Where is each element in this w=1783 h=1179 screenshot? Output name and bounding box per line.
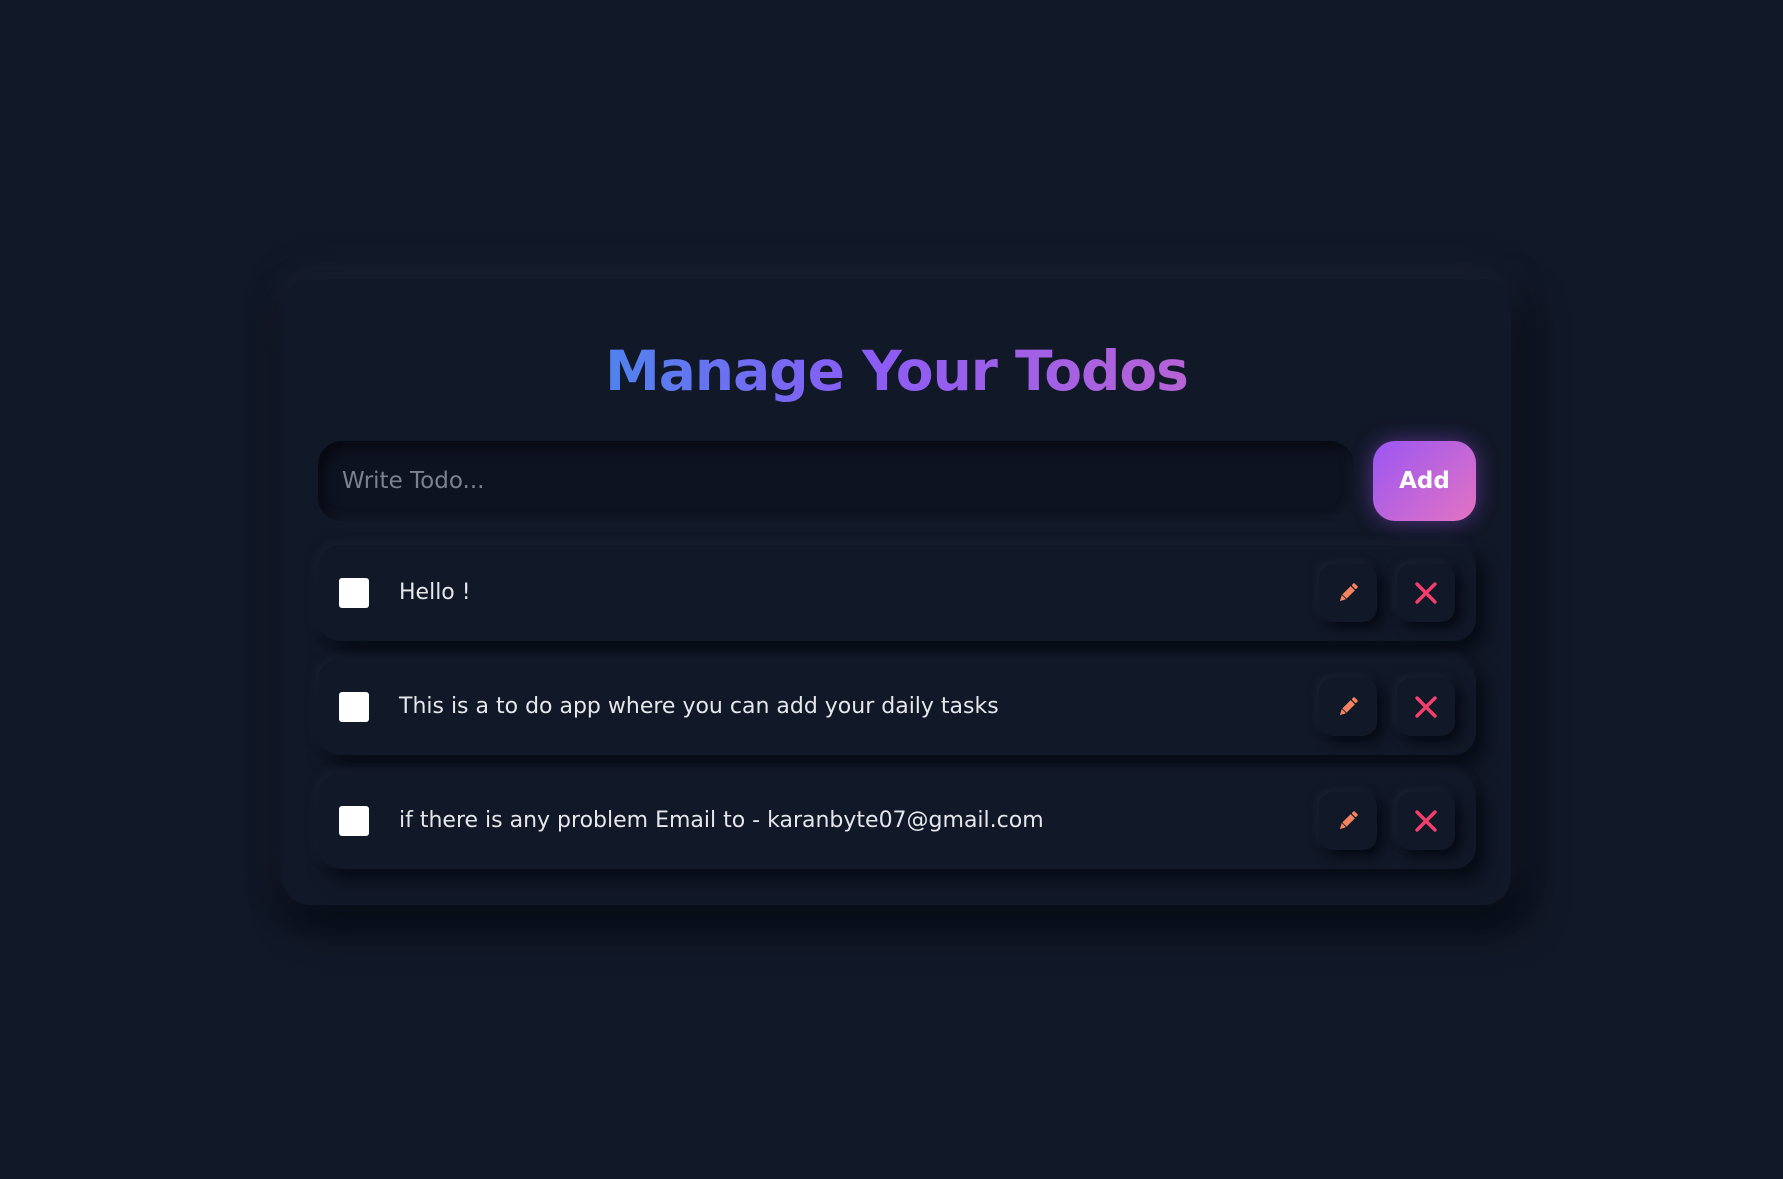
delete-button[interactable] xyxy=(1397,678,1455,736)
todo-input[interactable] xyxy=(318,441,1354,521)
close-icon xyxy=(1415,582,1437,604)
page-title: Manage Your Todos xyxy=(282,333,1511,409)
todo-card: Manage Your Todos Add Hello ! xyxy=(282,279,1511,905)
pencil-icon xyxy=(1339,697,1358,716)
pencil-icon xyxy=(1339,583,1358,602)
delete-button[interactable] xyxy=(1397,564,1455,622)
todo-item: This is a to do app where you can add yo… xyxy=(318,659,1476,755)
todo-text: This is a to do app where you can add yo… xyxy=(399,694,999,719)
todo-checkbox[interactable] xyxy=(339,578,369,608)
edit-button[interactable] xyxy=(1319,792,1377,850)
todo-input-row: Add xyxy=(318,441,1476,521)
close-icon xyxy=(1415,810,1437,832)
pencil-icon xyxy=(1339,811,1358,830)
page-title-text: Manage Your Todos xyxy=(605,339,1189,403)
close-icon xyxy=(1415,696,1437,718)
add-button[interactable]: Add xyxy=(1373,441,1476,521)
todo-item: Hello ! xyxy=(318,545,1476,641)
todo-text: Hello ! xyxy=(399,580,471,605)
todo-checkbox[interactable] xyxy=(339,806,369,836)
todo-item: if there is any problem Email to - karan… xyxy=(318,773,1476,869)
delete-button[interactable] xyxy=(1397,792,1455,850)
todo-checkbox[interactable] xyxy=(339,692,369,722)
edit-button[interactable] xyxy=(1319,564,1377,622)
todo-text: if there is any problem Email to - karan… xyxy=(399,808,1044,833)
edit-button[interactable] xyxy=(1319,678,1377,736)
